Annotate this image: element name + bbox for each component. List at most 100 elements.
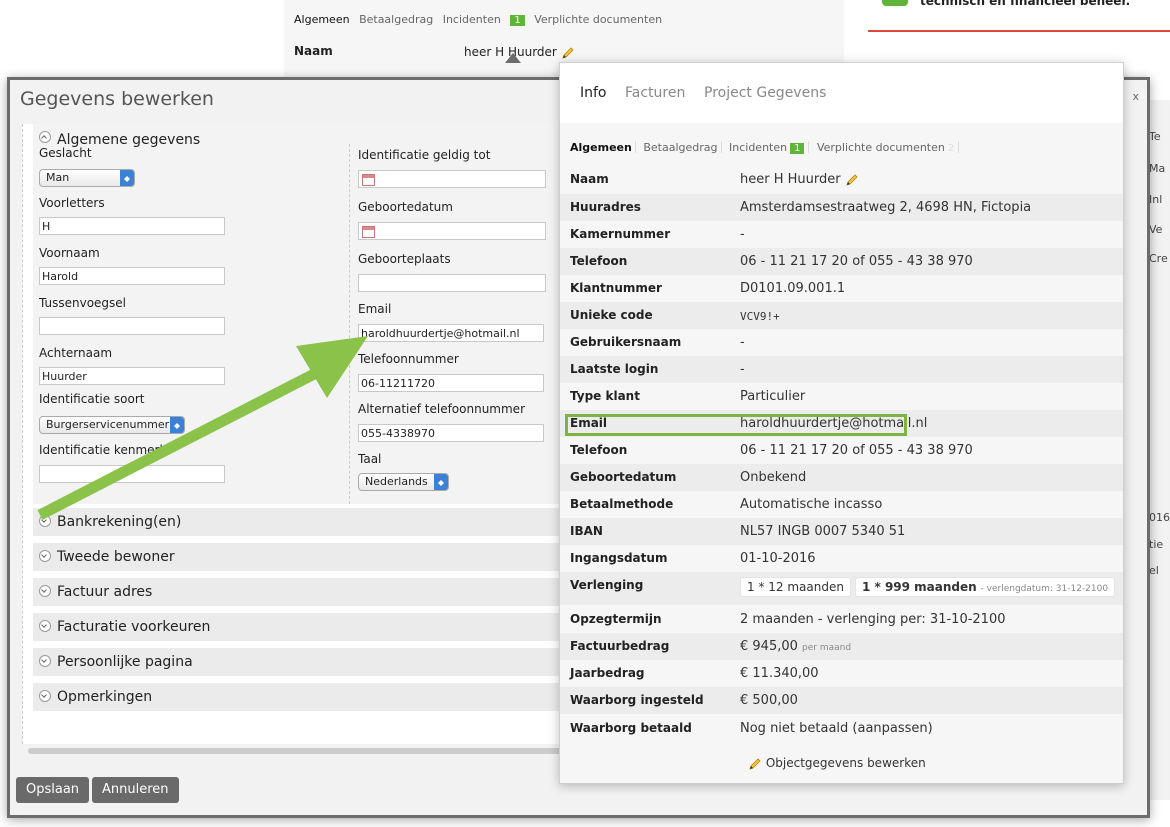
row-value: 06 - 11 21 17 20 of 055 - 43 38 970: [740, 443, 973, 458]
pencil-icon[interactable]: [561, 46, 575, 60]
alternatief-telefoonnummer-field[interactable]: 055-4338970: [358, 424, 544, 442]
close-button[interactable]: x: [1132, 90, 1139, 103]
notice-pill: [882, 0, 908, 6]
geslacht-select[interactable]: Man: [39, 169, 135, 187]
info-row-factuurbedrag: Factuurbedrag € 945,00 per maand: [560, 633, 1123, 660]
row-value: Onbekend: [740, 470, 807, 485]
row-key: IBAN: [570, 524, 603, 538]
notice-bar: technisch en financieel beheer.: [868, 0, 1170, 32]
bg-side-item: el: [1149, 564, 1159, 577]
bg-side-item[interactable]: Ma: [1149, 162, 1165, 175]
identificatie-geldig-field[interactable]: [358, 170, 546, 188]
row-key: Ingangsdatum: [570, 551, 668, 565]
option-label: 1 * 999 maanden: [861, 580, 977, 594]
info-row-telefoon: Telefoon 06 - 11 21 17 20 of 055 - 43 38 …: [560, 248, 1123, 275]
verlenging-option-12[interactable]: 1 * 12 maanden: [740, 577, 851, 597]
info-row-huuradres: Huuradres Amsterdamsestraatweg 2, 4698 HN…: [560, 194, 1123, 221]
tussenvoegsel-field[interactable]: [39, 317, 225, 335]
divider: [634, 141, 636, 153]
row-value: 01-10-2016: [740, 551, 816, 566]
row-value: heer H Huurder: [740, 172, 859, 187]
bg-side-item[interactable]: Inl: [1149, 193, 1162, 206]
calendar-icon[interactable]: [362, 174, 375, 186]
select-arrow-icon: [170, 417, 184, 433]
pencil-icon: [749, 757, 761, 770]
tab-info[interactable]: Info: [580, 85, 607, 101]
section-label: Factuur adres: [57, 584, 153, 600]
row-key: Waarborg betaald: [570, 721, 692, 735]
calendar-icon[interactable]: [362, 226, 375, 238]
chevron-up-icon[interactable]: [39, 131, 51, 143]
pencil-icon[interactable]: [845, 173, 859, 187]
save-button[interactable]: Opslaan: [16, 777, 90, 803]
bg-tab-verplichte-documenten[interactable]: Verplichte documenten: [534, 13, 662, 26]
select-arrow-icon: [434, 474, 448, 490]
voornaam-field[interactable]: Harold: [39, 267, 225, 285]
tab-facturen[interactable]: Facturen: [625, 85, 685, 101]
cancel-button[interactable]: Annuleren: [92, 777, 179, 803]
identificatie-soort-select[interactable]: Burgerservicenummer: [39, 416, 185, 434]
email-label: Email: [358, 302, 392, 316]
subtab-verplichte-documenten[interactable]: Verplichte documenten: [817, 141, 945, 154]
chevron-down-icon: [39, 690, 51, 702]
achternaam-field[interactable]: Huurder: [39, 367, 225, 385]
section-factuur-adres[interactable]: Factuur adres: [33, 578, 573, 606]
subtab-algemeen[interactable]: Algemeen: [570, 141, 632, 154]
bg-side-item[interactable]: Te: [1149, 130, 1161, 143]
info-row-type-klant: Type klant Particulier: [560, 383, 1123, 410]
info-row-opzegtermijn: Opzegtermijn 2 maanden - verlenging per: …: [560, 606, 1123, 633]
divider: [808, 141, 810, 153]
row-key: Verlenging: [570, 578, 644, 592]
telefoonnummer-label: Telefoonnummer: [358, 352, 459, 366]
geslacht-label: Geslacht: [39, 146, 92, 160]
row-value: NL57 INGB 0007 5340 51: [740, 524, 906, 539]
email-field[interactable]: haroldhuurdertje@hotmail.nl: [358, 324, 544, 342]
naam-text: heer H Huurder: [740, 172, 841, 187]
subtab-betaalgedrag[interactable]: Betaalgedrag: [643, 141, 717, 154]
subtab-incidenten[interactable]: Incidenten: [729, 141, 787, 154]
row-key: Opzegtermijn: [570, 612, 662, 626]
chevron-down-icon: [39, 585, 51, 597]
divider: [958, 141, 960, 153]
section-label: Facturatie voorkeuren: [57, 619, 211, 635]
section-label: Tweede bewoner: [57, 549, 175, 565]
geboorteplaats-field[interactable]: [358, 274, 546, 292]
info-row-kamernummer: Kamernummer -: [560, 221, 1123, 248]
row-value: Amsterdamsestraatweg 2, 4698 HN, Fictopi…: [740, 200, 1032, 215]
tab-project-gegevens[interactable]: Project Gegevens: [704, 85, 826, 101]
section-persoonlijke-pagina[interactable]: Persoonlijke pagina: [33, 648, 573, 676]
bg-tab-betaalgedrag[interactable]: Betaalgedrag: [359, 13, 433, 26]
row-key: Gebruikersnaam: [570, 335, 682, 349]
row-value[interactable]: Nog niet betaald (aanpassen): [740, 721, 933, 736]
objectgegevens-bewerken-link[interactable]: Objectgegevens bewerken: [748, 756, 926, 771]
section-facturatie-voorkeuren[interactable]: Facturatie voorkeuren: [33, 613, 573, 641]
notice-text: technisch en financieel beheer.: [920, 0, 1131, 8]
verlenging-option-999[interactable]: 1 * 999 maanden - verlengdatum: 31-12-21…: [854, 577, 1116, 597]
section-label: Opmerkingen: [57, 689, 153, 705]
alternatief-telefoonnummer-label: Alternatief telefoonnummer: [358, 402, 525, 416]
taal-select[interactable]: Nederlands: [358, 473, 449, 491]
bg-naam-label: Naam: [294, 44, 333, 58]
info-row-jaarbedrag: Jaarbedrag € 11.340,00: [560, 660, 1123, 687]
section-opmerkingen[interactable]: Opmerkingen: [33, 683, 573, 711]
bg-side-item[interactable]: Ve: [1149, 223, 1162, 236]
horizontal-scrollbar[interactable]: [28, 748, 568, 754]
telefoonnummer-field[interactable]: 06-11211720: [358, 374, 544, 392]
verlengdatum-note: - verlengdatum: 31-12-2100: [980, 584, 1109, 594]
voorletters-field[interactable]: H: [39, 217, 225, 235]
chevron-down-icon: [39, 550, 51, 562]
bg-side-item[interactable]: Cre: [1149, 252, 1168, 265]
row-value: € 500,00: [740, 693, 798, 708]
popup-pointer: [505, 53, 521, 63]
identificatie-kenmerk-label: Identificatie kenmerk: [39, 443, 167, 457]
section-tweede-bewoner[interactable]: Tweede bewoner: [33, 543, 573, 571]
info-row-klantnummer: Klantnummer D0101.09.001.1: [560, 275, 1123, 302]
bg-tab-algemeen[interactable]: Algemeen: [294, 13, 350, 26]
section-bankrekeningen[interactable]: Bankrekening(en): [33, 508, 573, 536]
chevron-down-icon: [39, 515, 51, 527]
identificatie-kenmerk-field[interactable]: [39, 465, 225, 483]
geboortedatum-field[interactable]: [358, 222, 546, 240]
info-popup: Info Facturen Project Gegevens Algemeen …: [505, 53, 1124, 784]
row-key: Naam: [570, 172, 609, 186]
bg-tab-incidenten[interactable]: Incidenten: [443, 13, 501, 26]
